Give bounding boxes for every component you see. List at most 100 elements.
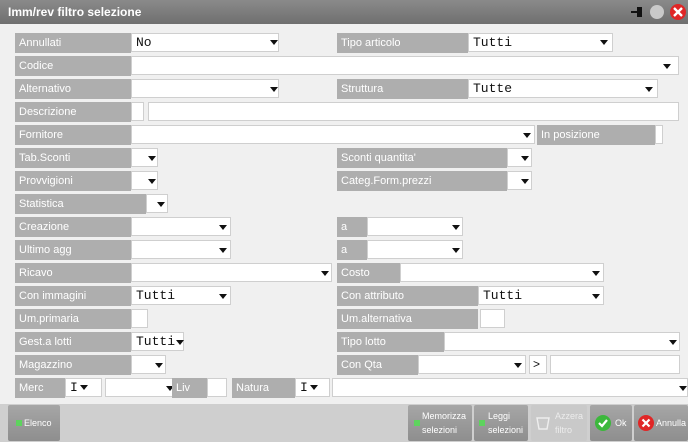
con-immagini-chevron-down-icon[interactable] [219, 294, 227, 299]
struttura-label: Struttura [337, 79, 468, 99]
minimize-icon[interactable] [648, 3, 666, 21]
provvigioni-chevron-down-icon[interactable] [148, 179, 156, 184]
window-title: Imm/rev filtro selezione [8, 5, 142, 19]
annullati-chevron-down-icon[interactable] [270, 40, 278, 45]
con-attributo-chevron-down-icon[interactable] [592, 294, 600, 299]
memorizza-label-line1: Memorizza [422, 411, 467, 421]
provvigioni-label: Provvigioni [15, 171, 131, 191]
um-alternativa-input[interactable] [480, 309, 505, 328]
leggi-selezioni-button[interactable]: Leggi selezioni [474, 405, 528, 441]
leggi-label-line2: selezioni [488, 425, 524, 435]
in-posizione-input[interactable] [655, 125, 663, 144]
ultimo-agg-from-chevron-down-icon[interactable] [219, 248, 227, 253]
tipo-lotto-label: Tipo lotto [337, 332, 444, 352]
con-qta-quantity-input[interactable] [550, 355, 680, 374]
fornitore-select[interactable] [131, 125, 535, 144]
ultimo-agg-from-select[interactable] [131, 240, 231, 259]
costo-select[interactable] [400, 263, 604, 282]
ok-button[interactable]: Ok [590, 405, 632, 441]
azzera-label-line1: Azzera [555, 411, 584, 421]
tipo-articolo-select[interactable]: Tutti [468, 33, 613, 52]
gest-lotti-label: Gest.a lotti [15, 332, 131, 352]
elenco-button-label: Elenco [24, 418, 52, 428]
tipo-articolo-chevron-down-icon[interactable] [600, 40, 608, 45]
creazione-a-label: a [337, 217, 367, 237]
con-qta-operator-field[interactable]: > [529, 355, 547, 374]
azzera-filtro-button[interactable]: Azzera filtro [531, 405, 587, 441]
alternativo-select[interactable] [131, 79, 279, 98]
con-qta-select[interactable] [418, 355, 526, 374]
alternativo-label: Alternativo [15, 79, 131, 99]
struttura-select[interactable]: Tutte [468, 79, 658, 98]
categ-form-prezzi-chevron-down-icon[interactable] [521, 179, 529, 184]
descrizione-flag-field[interactable] [131, 102, 144, 121]
um-alternativa-label: Um.alternativa [337, 309, 478, 329]
ricavo-select[interactable] [131, 263, 332, 282]
costo-label: Costo [337, 263, 400, 283]
natura-operator-chevron-down-icon[interactable] [310, 385, 318, 390]
ultimo-agg-label: Ultimo agg [15, 240, 131, 260]
natura-select[interactable] [332, 378, 688, 397]
fornitore-label: Fornitore [15, 125, 131, 145]
codice-chevron-down-icon[interactable] [663, 64, 671, 69]
creazione-to-chevron-down-icon[interactable] [452, 225, 460, 230]
annulla-button-label: Annulla [656, 418, 687, 428]
alternativo-chevron-down-icon[interactable] [270, 87, 278, 92]
gest-lotti-chevron-down-icon[interactable] [176, 340, 184, 345]
ultimo-agg-to-chevron-down-icon[interactable] [452, 248, 460, 253]
creazione-from-select[interactable] [131, 217, 231, 236]
creazione-label: Creazione [15, 217, 131, 237]
natura-chevron-down-icon[interactable] [679, 386, 687, 391]
creazione-to-select[interactable] [367, 217, 463, 236]
con-attributo-label: Con attributo [337, 286, 478, 306]
tab-sconti-label: Tab.Sconti [15, 148, 131, 168]
elenco-button[interactable]: Elenco [8, 405, 60, 441]
pin-icon[interactable] [628, 3, 646, 21]
sconti-quantita-label: Sconti quantita' [337, 148, 507, 168]
tipo-lotto-chevron-down-icon[interactable] [669, 340, 677, 345]
merc-operator-chevron-down-icon[interactable] [80, 385, 88, 390]
green-marker-icon [16, 420, 22, 426]
memorizza-label-line2: selezioni [422, 425, 458, 435]
merc-label: Merc [15, 378, 65, 398]
green-marker-icon [414, 420, 420, 426]
liv-input[interactable] [207, 378, 227, 397]
cancel-icon [637, 414, 655, 434]
merc-select[interactable] [105, 378, 175, 397]
um-primaria-input[interactable] [131, 309, 148, 328]
sconti-quantita-chevron-down-icon[interactable] [521, 156, 529, 161]
creazione-from-chevron-down-icon[interactable] [219, 225, 227, 230]
liv-label: Liv [172, 378, 207, 398]
tipo-articolo-label: Tipo articolo [337, 33, 468, 53]
ultimo-agg-a-label: a [337, 240, 367, 260]
annullati-label: Annullati [15, 33, 131, 53]
statistica-label: Statistica [15, 194, 146, 214]
title-bar: Imm/rev filtro selezione [0, 0, 688, 24]
statistica-chevron-down-icon[interactable] [157, 202, 165, 207]
costo-chevron-down-icon[interactable] [592, 271, 600, 276]
tab-sconti-chevron-down-icon[interactable] [148, 156, 156, 161]
fornitore-chevron-down-icon[interactable] [523, 133, 531, 138]
natura-label: Natura [232, 378, 295, 398]
ricavo-chevron-down-icon[interactable] [321, 271, 329, 276]
um-primaria-label: Um.primaria [15, 309, 131, 329]
memorizza-selezioni-button[interactable]: Memorizza selezioni [408, 405, 472, 441]
struttura-chevron-down-icon[interactable] [645, 87, 653, 92]
con-attributo-select[interactable]: Tutti [478, 286, 604, 305]
in-posizione-label: In posizione [537, 125, 655, 145]
annullati-select[interactable]: No [131, 33, 279, 52]
annulla-button[interactable]: Annulla [634, 405, 688, 441]
leggi-label-line1: Leggi [488, 411, 511, 421]
con-qta-chevron-down-icon[interactable] [514, 363, 522, 368]
ricavo-label: Ricavo [15, 263, 131, 283]
checkmark-icon [594, 414, 612, 434]
azzera-label-line2: filtro [555, 425, 573, 435]
close-icon[interactable] [668, 3, 688, 21]
con-immagini-select[interactable]: Tutti [131, 286, 231, 305]
tipo-lotto-select[interactable] [444, 332, 680, 351]
trash-icon [535, 415, 551, 433]
descrizione-input[interactable] [148, 102, 679, 121]
codice-select[interactable] [131, 56, 679, 75]
magazzino-chevron-down-icon[interactable] [155, 363, 163, 368]
ultimo-agg-to-select[interactable] [367, 240, 463, 259]
